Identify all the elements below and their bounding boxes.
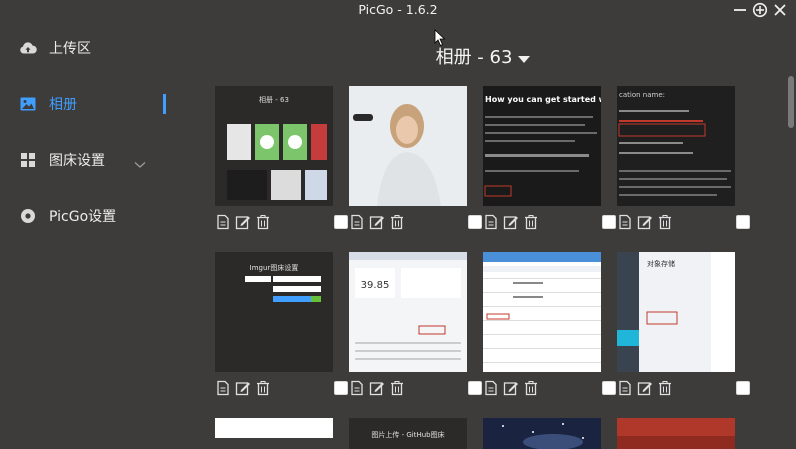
gear-icon: [19, 207, 37, 225]
minimize-icon[interactable]: [732, 1, 748, 19]
copy-link-icon[interactable]: [215, 214, 231, 230]
copy-link-icon[interactable]: [349, 214, 365, 230]
edit-icon[interactable]: [637, 214, 653, 230]
select-checkbox[interactable]: [468, 215, 482, 229]
delete-icon[interactable]: [389, 380, 405, 396]
copy-link-icon[interactable]: [349, 380, 365, 396]
sidebar-item-gallery[interactable]: 相册: [0, 84, 170, 124]
image-toolbar: [349, 214, 483, 232]
close-icon[interactable]: [772, 1, 788, 19]
copy-link-icon[interactable]: [215, 380, 231, 396]
image-toolbar: [215, 214, 349, 232]
select-checkbox[interactable]: [602, 381, 616, 395]
cloud-upload-icon: [19, 39, 37, 57]
thumbnail-image[interactable]: [215, 418, 333, 449]
delete-icon[interactable]: [255, 380, 271, 396]
caret-down-icon: [518, 48, 531, 69]
image-toolbar: [483, 214, 617, 232]
image-toolbar: [483, 380, 617, 398]
select-checkbox[interactable]: [736, 215, 750, 229]
copy-link-icon[interactable]: [617, 380, 633, 396]
select-checkbox[interactable]: [334, 215, 348, 229]
edit-icon[interactable]: [503, 214, 519, 230]
image-icon: [19, 95, 37, 113]
copy-link-icon[interactable]: [483, 214, 499, 230]
edit-icon[interactable]: [235, 214, 251, 230]
edit-icon[interactable]: [235, 380, 251, 396]
svg-text:图片上传 - GitHub图床: 图片上传 - GitHub图床: [371, 430, 444, 439]
thumbnail-image[interactable]: 相册 - 63: [215, 86, 333, 206]
delete-icon[interactable]: [657, 214, 673, 230]
thumbnail-image[interactable]: cation name:: [617, 86, 735, 206]
edit-icon[interactable]: [637, 380, 653, 396]
svg-text:对象存储: 对象存储: [647, 259, 675, 268]
sidebar-item-upload[interactable]: 上传区: [0, 28, 170, 68]
svg-text:39.85: 39.85: [361, 280, 390, 291]
sidebar: 上传区 相册 图床设置 PicGo设置: [0, 22, 170, 449]
delete-icon[interactable]: [657, 380, 673, 396]
copy-link-icon[interactable]: [617, 214, 633, 230]
select-checkbox[interactable]: [602, 215, 616, 229]
sidebar-item-label: 图床设置: [49, 153, 105, 169]
gallery-title-dropdown[interactable]: 相册 - 63: [170, 43, 796, 69]
gallery-panel: 相册 - 63 相册 - 63 How you can get started …: [170, 22, 796, 449]
image-toolbar: [617, 380, 751, 398]
thumbnail-image[interactable]: Imgur图床设置: [215, 252, 333, 372]
thumbnail-image[interactable]: 图片上传 - GitHub图床: [349, 418, 467, 449]
maximize-icon[interactable]: [752, 1, 768, 19]
active-indicator: [163, 94, 166, 114]
copy-link-icon[interactable]: [483, 380, 499, 396]
sidebar-item-label: 相册: [49, 97, 77, 113]
gallery-title: 相册 - 63: [435, 47, 513, 68]
svg-text:Imgur图床设置: Imgur图床设置: [250, 263, 299, 272]
delete-icon[interactable]: [523, 214, 539, 230]
thumbnail-image[interactable]: [483, 418, 601, 449]
image-toolbar: [215, 380, 349, 398]
delete-icon[interactable]: [389, 214, 405, 230]
edit-icon[interactable]: [369, 380, 385, 396]
sidebar-item-label: PicGo设置: [49, 209, 117, 225]
thumbnail-image[interactable]: [349, 86, 467, 206]
svg-text:How you can get started with t: How you can get started with the: [485, 95, 601, 104]
select-checkbox[interactable]: [468, 381, 482, 395]
sidebar-item-picgo-settings[interactable]: PicGo设置: [0, 196, 170, 236]
thumbnail-image[interactable]: 39.85: [349, 252, 467, 372]
edit-icon[interactable]: [503, 380, 519, 396]
delete-icon[interactable]: [255, 214, 271, 230]
edit-icon[interactable]: [369, 214, 385, 230]
thumbnail-image[interactable]: 对象存储: [617, 252, 735, 372]
delete-icon[interactable]: [523, 380, 539, 396]
thumbnail-image[interactable]: [483, 252, 601, 372]
sidebar-item-label: 上传区: [49, 41, 91, 57]
scrollbar-thumb[interactable]: [788, 76, 794, 128]
image-toolbar: [617, 214, 751, 232]
grid-icon: [19, 151, 37, 169]
svg-text:cation name:: cation name:: [619, 91, 665, 99]
select-checkbox[interactable]: [736, 381, 750, 395]
thumbnail-image[interactable]: [617, 418, 735, 449]
window-title: PicGo - 1.6.2: [358, 2, 438, 17]
select-checkbox[interactable]: [334, 381, 348, 395]
chevron-down-icon: [134, 154, 146, 173]
mouse-cursor-icon: [434, 29, 446, 51]
sidebar-item-picbed-settings[interactable]: 图床设置: [0, 140, 170, 180]
svg-text:相册 - 63: 相册 - 63: [259, 95, 289, 104]
thumbnail-image[interactable]: How you can get started with the: [483, 86, 601, 206]
title-bar[interactable]: PicGo - 1.6.2: [0, 0, 796, 22]
image-toolbar: [349, 380, 483, 398]
